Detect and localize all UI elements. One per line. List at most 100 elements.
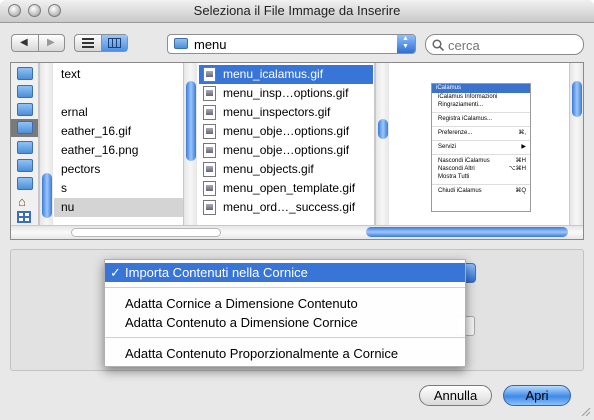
preview-menu-line: Nascondi Altri ⌥⌘H: [432, 165, 530, 173]
browser-horizontal-scrollbar[interactable]: [11, 225, 583, 239]
item-label: nu: [61, 200, 75, 214]
menu-item-fit-content-proportionally[interactable]: Adatta Contenuto Proporzionalmente a Cor…: [105, 344, 465, 363]
search-input[interactable]: [446, 36, 580, 54]
image-file-icon: [203, 200, 216, 215]
search-field[interactable]: [425, 34, 584, 55]
file-item[interactable]: menu_ord…_success.gif: [199, 198, 373, 217]
image-file-icon: [203, 143, 216, 158]
preview-menu-line-label: Mostra Tutti: [438, 174, 470, 180]
forward-arrow-icon: ▶: [47, 37, 55, 48]
file-item[interactable]: menu_insp…options.gif: [199, 84, 373, 103]
window-title: Seleziona il File Immage da Inserire: [193, 3, 401, 18]
resize-grip-icon[interactable]: [581, 407, 591, 417]
location-popup[interactable]: menu ▲ ▼: [167, 34, 416, 54]
search-icon: [432, 39, 444, 51]
sidebar-scrollbar[interactable]: [39, 63, 53, 225]
sidebar-folder-icon[interactable]: [17, 67, 33, 80]
column-item[interactable]: text▶: [54, 65, 196, 84]
forward-button[interactable]: ▶: [39, 35, 64, 51]
item-label: [54, 86, 61, 100]
column-item[interactable]: ernal▶: [54, 103, 196, 122]
location-label: menu: [194, 37, 227, 52]
column-item[interactable]: pectors▶: [54, 160, 196, 179]
image-file-icon: [203, 67, 216, 82]
title-bar: Seleziona il File Immage da Inserire: [0, 0, 594, 23]
menu-item-label: Adatta Cornice a Dimensione Contenuto: [125, 296, 358, 311]
hscroll-track-segment: [71, 228, 221, 237]
sidebar-folder-icon: [17, 121, 33, 134]
preview-menu-line: Servizi ▶: [432, 143, 530, 151]
file-name: menu_icalamus.gif: [223, 67, 324, 81]
sidebar-folder-icon[interactable]: [17, 141, 33, 154]
preview-menu-shortcut: ⌥⌘H: [508, 166, 526, 172]
item-label: ernal: [61, 105, 88, 119]
column-item-selected[interactable]: nu▶: [54, 198, 196, 217]
file-name: menu_ord…_success.gif: [223, 200, 356, 214]
checkmark-icon: ✓: [110, 265, 121, 280]
home-icon[interactable]: ⌂: [18, 194, 26, 209]
column-2-scrollbar[interactable]: [375, 63, 389, 225]
preview-menu-shortcut: ⌘H: [515, 158, 526, 164]
column-item[interactable]: ▶: [54, 84, 196, 103]
back-button[interactable]: ◀: [12, 35, 39, 51]
browser-column-1: text▶ ▶ ernal▶ eather_16.gif eather_16.p…: [54, 63, 197, 225]
scroll-thumb[interactable]: [378, 119, 388, 139]
column-item[interactable]: eather_16.png: [54, 141, 196, 160]
image-file-icon: [203, 105, 216, 120]
preview-image: iCalamus iCalamus Informazioni Ringraziam…: [431, 83, 531, 212]
item-label: eather_16.png: [61, 143, 139, 157]
open-button[interactable]: Apri: [503, 385, 571, 406]
menu-item-fit-frame-to-content[interactable]: Adatta Cornice a Dimensione Contenuto: [105, 294, 465, 313]
sidebar-selected-row[interactable]: [11, 119, 38, 137]
file-name: menu_open_template.gif: [223, 181, 356, 195]
list-view-button[interactable]: [75, 35, 102, 51]
preview-menu-separator: [432, 123, 530, 127]
column-view-button[interactable]: [102, 35, 127, 51]
item-label: text: [61, 67, 81, 81]
preview-menu-line-label: Chiudi iCalamus: [438, 188, 482, 194]
column-item[interactable]: s▶: [54, 179, 196, 198]
fit-options-menu: ✓ Importa Contenuti nella Cornice Adatta…: [104, 259, 466, 367]
column-1-scrollbar[interactable]: [183, 63, 197, 225]
popup-arrows: ▲ ▼: [397, 35, 415, 53]
preview-menu-line: Registra iCalamus...: [432, 115, 530, 123]
sidebar-folder-icon[interactable]: [17, 177, 33, 190]
file-item[interactable]: menu_obje…options.gif: [199, 141, 373, 160]
sidebar-folder-icon[interactable]: [17, 103, 33, 116]
grid-icon[interactable]: [17, 211, 31, 223]
chevron-down-icon: ▼: [402, 43, 409, 50]
sidebar-folder-icon[interactable]: [17, 159, 33, 172]
menu-item-import-content[interactable]: ✓ Importa Contenuti nella Cornice: [105, 263, 465, 282]
file-item-selected[interactable]: menu_icalamus.gif: [199, 65, 373, 84]
menu-item-fit-content-to-frame[interactable]: Adatta Contenuto a Dimensione Cornice: [105, 313, 465, 332]
menu-item-label: Importa Contenuti nella Cornice: [125, 265, 308, 280]
item-label: pectors: [61, 162, 101, 176]
sidebar: ⌂: [11, 63, 39, 225]
file-item[interactable]: menu_obje…options.gif: [199, 122, 373, 141]
file-name: menu_obje…options.gif: [223, 143, 350, 157]
column-item[interactable]: eather_16.gif: [54, 122, 196, 141]
menu-item-label: Adatta Contenuto a Dimensione Cornice: [125, 315, 358, 330]
preview-menu-separator: [432, 181, 530, 185]
preview-menu-separator: [432, 137, 530, 141]
view-mode-segment: [74, 34, 128, 52]
file-item[interactable]: menu_objects.gif: [199, 160, 373, 179]
menu-separator: [105, 337, 465, 338]
file-item[interactable]: menu_inspectors.gif: [199, 103, 373, 122]
folder-icon: [174, 38, 188, 49]
cancel-button[interactable]: Annulla: [419, 385, 492, 406]
item-label: s: [61, 181, 67, 195]
image-file-icon: [203, 181, 216, 196]
scroll-thumb[interactable]: [186, 81, 196, 161]
chevron-up-icon: ▲: [402, 35, 409, 42]
scroll-thumb[interactable]: [42, 173, 52, 218]
hscroll-thumb[interactable]: [366, 227, 568, 237]
preview-menu-line: iCalamus Informazioni: [432, 93, 530, 101]
preview-scrollbar[interactable]: [569, 63, 583, 225]
preview-menu-line: Chiudi iCalamus ⌘Q: [432, 187, 530, 195]
preview-menu-line-label: Nascondi iCalamus: [438, 158, 490, 164]
file-item[interactable]: menu_open_template.gif: [199, 179, 373, 198]
sidebar-folder-icon[interactable]: [17, 85, 33, 98]
scroll-thumb[interactable]: [572, 81, 582, 117]
preview-menu-line-label: Registra iCalamus...: [438, 116, 493, 122]
